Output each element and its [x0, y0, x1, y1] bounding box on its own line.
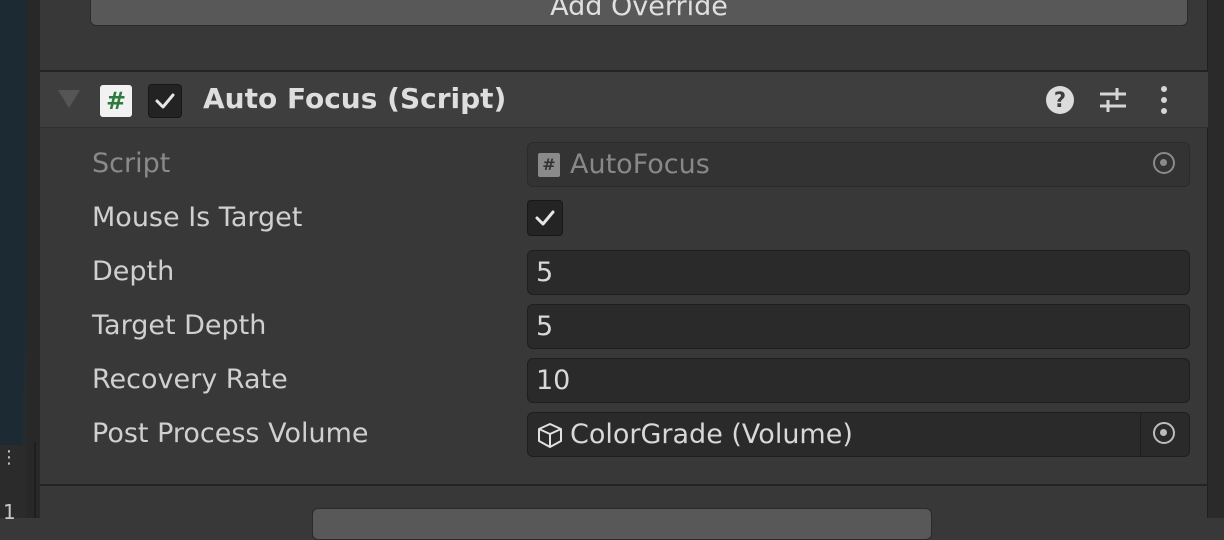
add-component-button[interactable]: [312, 508, 932, 540]
checkmark-icon: [535, 210, 555, 226]
recovery-rate-value: 10: [536, 365, 571, 396]
section-separator: [40, 484, 1208, 486]
script-hash-icon: #: [538, 153, 560, 177]
panel-divider: [34, 442, 36, 518]
context-menu-icon[interactable]: [1158, 84, 1170, 116]
depth-field[interactable]: 5: [527, 250, 1190, 295]
script-hash-icon: #: [100, 85, 132, 117]
object-picker-button: [1141, 143, 1189, 186]
depth-value: 5: [536, 257, 554, 288]
depth-label: Depth: [92, 256, 175, 287]
recovery-rate-field[interactable]: 10: [527, 358, 1190, 403]
scene-view-strip: [0, 0, 26, 445]
post-process-volume-field[interactable]: ColorGrade (Volume): [527, 412, 1190, 457]
mouse-is-target-label: Mouse Is Target: [92, 202, 303, 233]
recovery-rate-label: Recovery Rate: [92, 364, 288, 395]
scrollbar[interactable]: [1207, 0, 1224, 518]
target-depth-value: 5: [536, 311, 554, 342]
cube-icon: [538, 423, 562, 448]
checkmark-icon: [155, 93, 175, 109]
target-depth-field[interactable]: 5: [527, 304, 1190, 349]
foldout-arrow-icon[interactable]: [58, 90, 80, 108]
script-label: Script: [92, 148, 171, 179]
component-enabled-checkbox[interactable]: [148, 84, 182, 118]
script-value: AutoFocus: [570, 149, 710, 180]
target-picker-icon: [1153, 422, 1175, 444]
post-process-volume-value: ColorGrade (Volume): [570, 419, 853, 450]
component-title: Auto Focus (Script): [203, 82, 507, 115]
presets-sliders-icon[interactable]: [1098, 86, 1128, 114]
object-picker-button[interactable]: [1140, 413, 1189, 456]
component-header[interactable]: # Auto Focus (Script) ?: [40, 72, 1208, 128]
target-picker-icon: [1153, 152, 1175, 174]
mouse-is-target-checkbox[interactable]: [527, 200, 563, 236]
script-field: # AutoFocus: [527, 142, 1190, 187]
help-icon[interactable]: ?: [1046, 86, 1074, 114]
post-process-volume-label: Post Process Volume: [92, 418, 369, 449]
target-depth-label: Target Depth: [92, 310, 267, 341]
left-gutter: [26, 0, 40, 518]
more-dots-icon[interactable]: ⋮: [0, 449, 18, 467]
add-override-button[interactable]: Add Override: [90, 0, 1188, 26]
page-number: 1: [3, 500, 16, 524]
